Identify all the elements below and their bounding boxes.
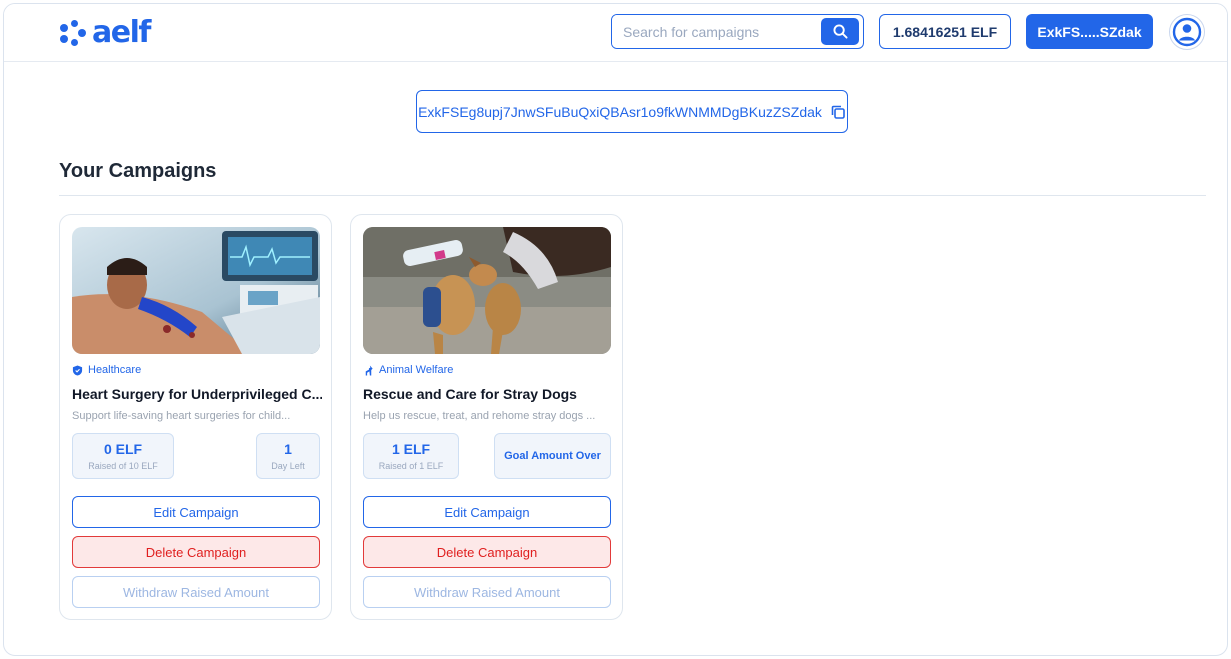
- wallet-address-button[interactable]: ExkFS.....SZdak: [1026, 14, 1153, 49]
- campaign-search: [611, 14, 864, 49]
- edit-campaign-button[interactable]: Edit Campaign: [363, 496, 611, 528]
- raised-amount-caption: Raised of 1 ELF: [378, 461, 444, 471]
- delete-campaign-button[interactable]: Delete Campaign: [72, 536, 320, 568]
- user-avatar-button[interactable]: [1169, 14, 1205, 50]
- days-left-value: 1: [284, 441, 292, 457]
- campaign-image: [72, 227, 320, 354]
- goal-status-label: Goal Amount Over: [504, 450, 601, 462]
- edit-campaign-button[interactable]: Edit Campaign: [72, 496, 320, 528]
- search-input[interactable]: [612, 15, 818, 48]
- section-title: Your Campaigns: [59, 160, 217, 182]
- app-frame: aelf 1.68416251 ELF ExkFS.....SZdak ExkF…: [3, 3, 1228, 656]
- campaign-description: Support life-saving heart surgeries for …: [72, 410, 291, 422]
- shield-icon: [72, 364, 83, 376]
- raised-amount-stat: 0 ELF Raised of 10 ELF: [72, 433, 174, 479]
- search-icon: [832, 24, 848, 39]
- campaign-description: Help us rescue, treat, and rehome stray …: [363, 410, 596, 422]
- category-label: Animal Welfare: [379, 364, 454, 376]
- days-left-stat: 1 Day Left: [256, 433, 320, 479]
- aelf-logo-icon: [58, 18, 90, 48]
- campaign-image: [363, 227, 611, 354]
- delete-campaign-button[interactable]: Delete Campaign: [363, 536, 611, 568]
- raised-amount-value: 1 ELF: [391, 441, 431, 457]
- category-label: Healthcare: [88, 364, 142, 376]
- wallet-address-display: ExkFSEg8upj7JnwSFuBuQxiQBAsr1o9fkWNMMDgB…: [416, 90, 848, 133]
- withdraw-raised-amount-button[interactable]: Withdraw Raised Amount: [72, 576, 320, 608]
- wallet-address-text: ExkFSEg8upj7JnwSFuBuQxiQBAsr1o9fkWNMMDgB…: [418, 103, 822, 120]
- raised-amount-value: 0 ELF: [103, 441, 143, 457]
- campaign-card: Animal Welfare Rescue and Care for Stray…: [350, 214, 623, 620]
- goal-status-stat: Goal Amount Over: [494, 433, 611, 479]
- campaign-card: Healthcare Heart Surgery for Underprivil…: [59, 214, 332, 620]
- aelf-logo[interactable]: aelf: [58, 15, 151, 50]
- days-left-caption: Day Left: [271, 461, 305, 471]
- copy-icon[interactable]: [830, 104, 846, 120]
- user-circle-icon: [1172, 17, 1202, 47]
- campaign-title[interactable]: Rescue and Care for Stray Dogs: [363, 386, 613, 402]
- campaign-title[interactable]: Heart Surgery for Underprivileged C...: [72, 386, 322, 402]
- campaign-category: Animal Welfare: [363, 364, 453, 376]
- campaign-category: Healthcare: [72, 364, 141, 376]
- section-divider: [59, 195, 1206, 196]
- search-button[interactable]: [821, 18, 859, 45]
- withdraw-raised-amount-button[interactable]: Withdraw Raised Amount: [363, 576, 611, 608]
- aelf-logo-text: aelf: [92, 15, 151, 50]
- raised-amount-caption: Raised of 10 ELF: [88, 461, 158, 471]
- raised-amount-stat: 1 ELF Raised of 1 ELF: [363, 433, 459, 479]
- top-navigation-bar: aelf 1.68416251 ELF ExkFS.....SZdak: [4, 4, 1227, 62]
- wallet-balance[interactable]: 1.68416251 ELF: [879, 14, 1011, 49]
- deer-icon: [365, 364, 373, 376]
